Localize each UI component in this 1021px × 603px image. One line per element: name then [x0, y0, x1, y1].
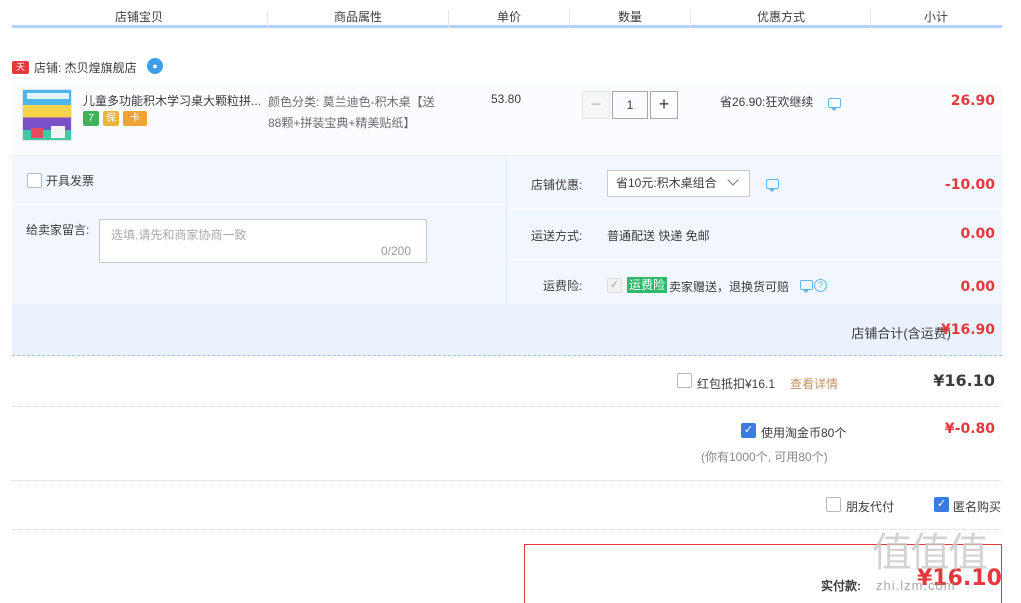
product-thumbnail[interactable]: [22, 89, 72, 141]
column-divider: [870, 10, 871, 28]
shop-discount-select[interactable]: 省10元:积木桌组合: [607, 170, 750, 197]
shop-discount-label: 店铺优惠:: [531, 178, 583, 192]
row-divider: [507, 259, 1002, 260]
friend-pay-checkbox[interactable]: [826, 497, 841, 512]
memo-char-count: 0/200: [381, 244, 412, 258]
anonymous-label: 匿名购买: [953, 500, 1002, 514]
insurance-text: 卖家赠送，退换货可赔: [669, 280, 790, 294]
insurance-amount: 0.00: [960, 279, 995, 295]
divider: [12, 480, 1002, 481]
seven-day-return-icon[interactable]: 7: [83, 111, 99, 126]
tmall-badge: 天猫: [12, 61, 29, 85]
unit-price: 53.80: [491, 92, 522, 106]
store-total-label: 店铺合计(含运费): [851, 326, 951, 341]
shipping-label: 运送方式:: [531, 229, 583, 243]
promotion-message-icon[interactable]: [828, 98, 841, 111]
redpacket-checkbox[interactable]: [677, 373, 692, 388]
row-divider: [507, 208, 1002, 209]
coins-note: (你有1000个, 可用80个): [701, 450, 828, 464]
guarantee-icon[interactable]: 保: [103, 111, 119, 126]
friend-pay-label: 朋友代付: [846, 500, 895, 514]
memo-placeholder: 选填,请先和商家协商一致: [111, 228, 247, 242]
item-subtotal: 26.90: [950, 93, 995, 109]
quantity-decrease-button[interactable]: −: [582, 91, 610, 119]
credit-card-icon[interactable]: 卡: [123, 111, 147, 126]
memo-label: 给卖家留言:: [26, 223, 90, 237]
shipping-amount: 0.00: [960, 226, 995, 242]
column-divider: [690, 10, 691, 28]
help-icon[interactable]: ?: [814, 279, 827, 292]
column-header-quantity: 数量: [618, 10, 643, 24]
divider: [12, 529, 1002, 530]
shipping-method: 普通配送 快递 免邮: [607, 229, 710, 243]
quantity-input[interactable]: 1: [612, 91, 648, 119]
invoice-label: 开具发票: [46, 174, 95, 188]
column-header-bar: 店铺宝贝 商品属性 单价 数量 优惠方式 小计: [12, 0, 1002, 28]
divider: [12, 406, 1002, 407]
column-header-price: 单价: [497, 10, 522, 24]
coins-label: 使用淘金币80个: [761, 426, 847, 440]
item-promotion: 省26.90:狂欢继续: [720, 95, 814, 109]
coins-checkbox[interactable]: ✓: [741, 423, 756, 438]
discount-message-icon[interactable]: [766, 179, 779, 192]
payment-label: 实付款:: [821, 579, 861, 593]
column-header-attributes: 商品属性: [334, 10, 383, 24]
anonymous-checkbox[interactable]: ✓: [934, 497, 949, 512]
insurance-label: 运费险:: [543, 279, 583, 293]
redpacket-details-link[interactable]: 查看详情: [790, 375, 838, 392]
watermark-site: zhi.lzm.com: [876, 578, 956, 593]
store-name-link[interactable]: 店铺: 杰贝煌旗舰店: [34, 59, 137, 76]
column-header-item: 店铺宝贝: [115, 10, 164, 24]
invoice-checkbox[interactable]: [27, 173, 42, 188]
column-divider: [569, 10, 570, 28]
insurance-badge: 运费险: [627, 277, 668, 293]
quantity-increase-button[interactable]: +: [650, 91, 678, 119]
watermark-logo: 值值值: [872, 530, 988, 576]
redpacket-label: 红包抵扣¥16.1: [697, 377, 776, 391]
row-divider: [12, 204, 506, 205]
wangwang-chat-icon[interactable]: ●: [147, 58, 163, 74]
coins-amount: ¥-0.80: [944, 421, 995, 437]
sku-attributes: 颜色分类: 莫兰迪色-积木桌【送 88颗+拼装宝典+精美贴纸】: [268, 92, 453, 134]
column-header-subtotal: 小计: [924, 10, 949, 24]
product-title-link[interactable]: 儿童多功能积木学习桌大颗粒拼...: [83, 92, 263, 109]
insurance-message-icon[interactable]: [800, 280, 813, 293]
sku-line: 颜色分类: 莫兰迪色-积木桌【送: [268, 95, 435, 109]
insurance-checkbox: ✓: [607, 278, 622, 293]
column-divider: [448, 10, 449, 28]
store-total-value: ¥16.90: [940, 322, 995, 338]
shop-discount-amount: -10.00: [944, 177, 995, 193]
column-header-promotion: 优惠方式: [757, 10, 806, 24]
sku-line: 88颗+拼装宝典+精美贴纸】: [268, 116, 416, 130]
redpacket-amount: ¥16.10: [933, 371, 995, 390]
column-divider: [267, 10, 268, 28]
